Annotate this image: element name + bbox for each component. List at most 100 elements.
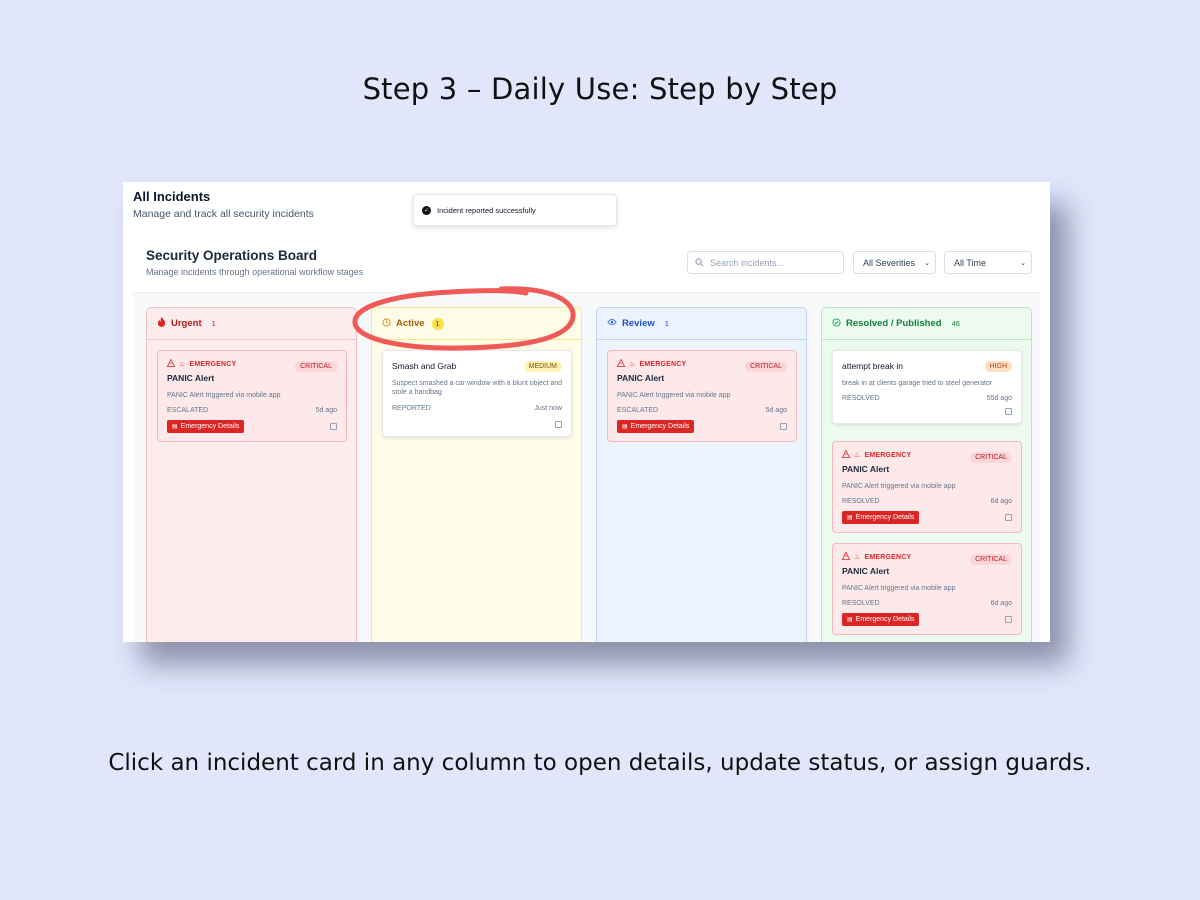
toast-message: Incident reported successfully (437, 205, 536, 215)
severity-badge: CRITICAL (295, 361, 337, 372)
card-status: ESCALATED (617, 407, 659, 415)
card-meta: RESOLVED 6d ago (842, 600, 1012, 607)
card-age: 5d ago (315, 407, 337, 415)
search-icon (695, 258, 704, 267)
column-urgent: Urgent 1 ♨ EMERGENCY CRITICAL PANIC Aler… (146, 307, 357, 642)
message-icon[interactable] (1005, 408, 1012, 416)
card-meta: REPORTED Just now (392, 405, 562, 412)
card-age: 6d ago (990, 600, 1012, 608)
card-footer: ▤ Emergency Details (842, 613, 1012, 627)
warning-icon (841, 449, 851, 460)
warning-icon (841, 551, 851, 562)
card-footer (842, 408, 1012, 416)
card-footer: ▤ Emergency Details (617, 420, 787, 434)
document-icon: ▤ (847, 617, 853, 624)
message-icon[interactable] (1005, 514, 1012, 522)
column-label: Urgent (171, 318, 202, 329)
card-description: Suspect smashed a car window with a blun… (392, 380, 563, 397)
incident-card[interactable]: attempt break in HIGH break in at client… (832, 350, 1022, 425)
operations-board: Security Operations Board Manage inciden… (133, 238, 1040, 642)
document-icon: ▤ (172, 424, 178, 431)
time-filter-value: All Time (954, 257, 987, 268)
column-count: 46 (951, 319, 960, 328)
card-title: PANIC Alert (617, 373, 665, 383)
app-screenshot: All Incidents Manage and track all secur… (123, 182, 1050, 642)
emergency-label: EMERGENCY (864, 451, 912, 459)
document-icon: ▤ (847, 515, 853, 522)
chevron-down-icon: ⌄ (1020, 259, 1026, 267)
emergency-details-button[interactable]: ▤ Emergency Details (167, 420, 245, 434)
siren-icon: ♨ (629, 361, 636, 368)
warning-icon (166, 358, 176, 369)
card-status: RESOLVED (842, 600, 880, 608)
message-icon[interactable] (1005, 616, 1012, 624)
severity-badge: CRITICAL (970, 452, 1012, 463)
incident-card[interactable]: ♨ EMERGENCY CRITICAL PANIC Alert PANIC A… (832, 441, 1022, 534)
slide-caption: Click an incident card in any column to … (108, 750, 1092, 776)
card-footer (392, 420, 562, 428)
message-icon[interactable] (555, 420, 562, 428)
card-status: ESCALATED (167, 407, 209, 415)
column-resolved: Resolved / Published 46 attempt break in… (821, 307, 1032, 642)
fire-icon (157, 317, 166, 330)
success-toast[interactable]: ✓ Incident reported successfully (413, 194, 617, 226)
emergency-details-label: Emergency Details (855, 514, 915, 522)
card-meta: RESOLVED 6d ago (842, 498, 1012, 505)
card-meta: ESCALATED 5d ago (167, 407, 337, 414)
incident-card[interactable]: Smash and Grab MEDIUM Suspect smashed a … (382, 350, 572, 437)
incident-card[interactable]: ♨ EMERGENCY CRITICAL PANIC Alert PANIC A… (157, 350, 347, 443)
emergency-label: EMERGENCY (864, 553, 912, 561)
emergency-details-button[interactable]: ▤ Emergency Details (842, 613, 920, 627)
card-age: 6d ago (990, 498, 1012, 506)
column-header-urgent: Urgent 1 (147, 308, 356, 340)
card-description: break in at clients garage tried to stee… (842, 380, 993, 387)
message-icon[interactable] (330, 423, 337, 431)
siren-icon: ♨ (854, 554, 861, 561)
column-header-resolved: Resolved / Published 46 (822, 308, 1031, 340)
emergency-details-label: Emergency Details (855, 616, 915, 624)
severity-badge: CRITICAL (970, 554, 1012, 565)
column-active: Active 1 Smash and Grab MEDIUM Suspect s… (371, 307, 582, 642)
card-meta: ESCALATED 5d ago (617, 407, 787, 414)
eye-icon (607, 318, 617, 329)
incident-card[interactable]: ♨ EMERGENCY CRITICAL PANIC Alert PANIC A… (832, 543, 1022, 636)
warning-icon (616, 358, 626, 369)
column-label: Resolved / Published (846, 318, 942, 329)
siren-icon: ♨ (854, 452, 861, 459)
emergency-label: EMERGENCY (639, 360, 687, 368)
siren-icon: ♨ (179, 361, 186, 368)
message-icon[interactable] (780, 423, 787, 431)
severity-filter-select[interactable]: All Severities ⌄ (853, 251, 936, 274)
page-subtitle: Manage and track all security incidents (133, 208, 314, 220)
card-title: PANIC Alert (842, 464, 890, 474)
card-status: RESOLVED (842, 395, 880, 403)
severity-filter-value: All Severities (863, 257, 916, 268)
card-description: PANIC Alert triggered via mobile app (842, 483, 956, 490)
highlight-annotation-circle (352, 286, 576, 351)
check-circle-icon: ✓ (422, 205, 431, 215)
emergency-details-button[interactable]: ▤ Emergency Details (617, 420, 695, 434)
card-description: PANIC Alert triggered via mobile app (167, 392, 281, 399)
severity-badge: CRITICAL (745, 361, 787, 372)
severity-badge: HIGH (984, 361, 1012, 372)
column-header-review: Review 1 (597, 308, 806, 340)
board-title: Security Operations Board (146, 248, 318, 263)
incident-card[interactable]: ♨ EMERGENCY CRITICAL PANIC Alert PANIC A… (607, 350, 797, 443)
card-title: PANIC Alert (842, 566, 890, 576)
card-age: 55d ago (986, 395, 1012, 403)
document-icon: ▤ (622, 424, 628, 431)
card-footer: ▤ Emergency Details (167, 420, 337, 434)
page-title: All Incidents (133, 189, 211, 204)
column-review: Review 1 ♨ EMERGENCY CRITICAL PANIC Aler… (596, 307, 807, 642)
search-placeholder: Search incidents... (710, 257, 785, 268)
column-label: Review (622, 318, 655, 329)
card-description: PANIC Alert triggered via mobile app (842, 585, 956, 592)
emergency-label: EMERGENCY (189, 360, 237, 368)
search-input[interactable]: Search incidents... (687, 251, 844, 274)
time-filter-select[interactable]: All Time ⌄ (944, 251, 1032, 274)
chevron-down-icon: ⌄ (924, 259, 930, 267)
card-meta: RESOLVED 55d ago (842, 395, 1012, 402)
card-age: Just now (534, 404, 562, 412)
emergency-details-button[interactable]: ▤ Emergency Details (842, 511, 920, 525)
severity-badge: MEDIUM (523, 361, 562, 372)
